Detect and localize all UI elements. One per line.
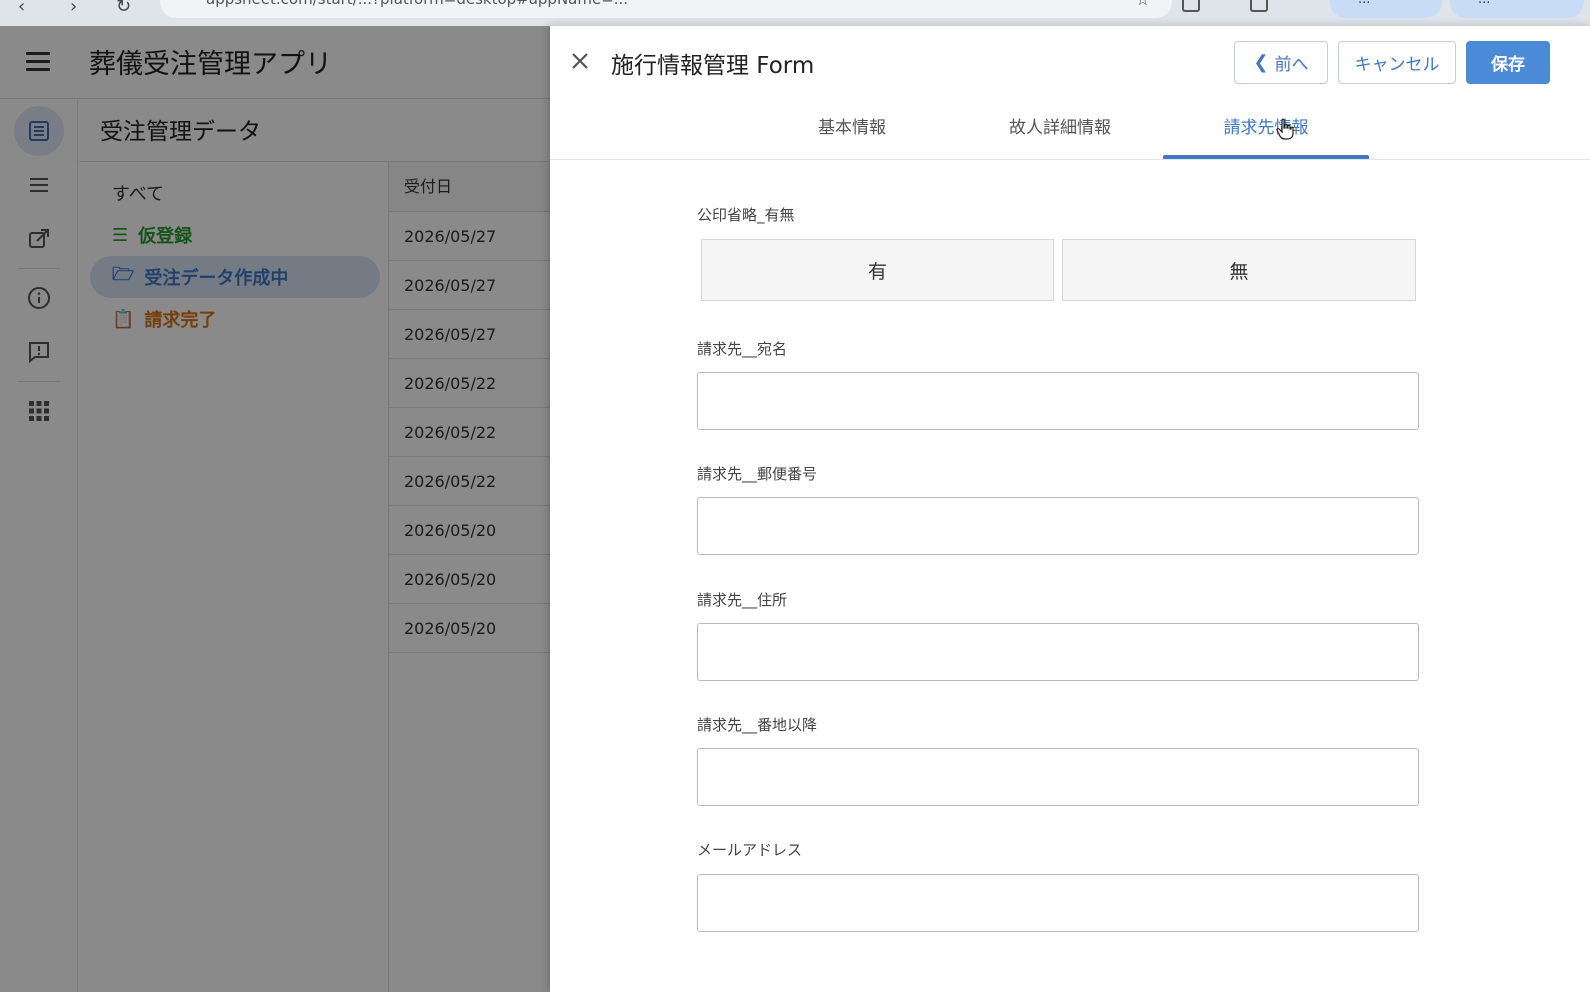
billing-address-input[interactable] [697, 623, 1419, 681]
email-input[interactable] [697, 874, 1419, 932]
update-pill-label: ... [1478, 0, 1490, 7]
form-header: 施行情報管理 Form ❮ 前へ キャンセル 保存 基本情報 故人詳細情報 請求… [550, 26, 1590, 160]
seal-omit-no-option[interactable]: 無 [1062, 239, 1416, 301]
update-pill[interactable]: ... [1450, 0, 1584, 18]
tab-billing-info[interactable]: 請求先情報 [1163, 102, 1369, 160]
cancel-button[interactable]: キャンセル [1338, 41, 1456, 84]
reload-icon[interactable]: ↻ [116, 0, 131, 17]
form-title: 施行情報管理 Form [611, 53, 815, 79]
zoom-icon[interactable] [1250, 0, 1268, 12]
email-label: メールアドレス [697, 841, 803, 859]
forward-icon[interactable]: › [70, 0, 77, 17]
billing-zip-label: 請求先__郵便番号 [697, 465, 818, 483]
prev-button-label: 前へ [1274, 55, 1309, 75]
billing-name-input[interactable] [697, 372, 1419, 430]
tab-basic-info[interactable]: 基本情報 [780, 102, 924, 160]
profile-pill[interactable]: ... [1330, 0, 1442, 18]
back-icon[interactable]: ‹ [18, 0, 25, 17]
address-bar[interactable]: appsheet.com/start/...?platform=desktop#… [160, 0, 1172, 18]
billing-name-label: 請求先__宛名 [697, 340, 788, 358]
bookmark-star-icon[interactable]: ☆ [1136, 0, 1150, 9]
extensions-icon[interactable] [1182, 0, 1200, 12]
browser-chrome: ‹ › ↻ appsheet.com/start/...?platform=de… [0, 0, 1590, 26]
billing-address-label: 請求先__住所 [697, 591, 788, 609]
close-icon[interactable] [567, 48, 593, 74]
save-button[interactable]: 保存 [1466, 41, 1550, 84]
hand-cursor-icon [1276, 118, 1294, 140]
active-tab-indicator [1163, 155, 1369, 159]
chevron-left-icon: ❮ [1253, 52, 1269, 73]
prev-button[interactable]: ❮ 前へ [1234, 41, 1328, 84]
seal-omit-yes-option[interactable]: 有 [701, 239, 1054, 301]
billing-zip-input[interactable] [697, 497, 1419, 555]
seal-omit-label: 公印省略_有無 [697, 206, 795, 224]
modal-backdrop[interactable] [0, 26, 550, 992]
billing-street-input[interactable] [697, 748, 1419, 806]
tab-deceased-details[interactable]: 故人詳細情報 [990, 102, 1130, 160]
billing-street-label: 請求先__番地以降 [697, 716, 818, 734]
url-text: appsheet.com/start/...?platform=desktop#… [206, 0, 1086, 8]
profile-pill-label: ... [1358, 0, 1370, 7]
